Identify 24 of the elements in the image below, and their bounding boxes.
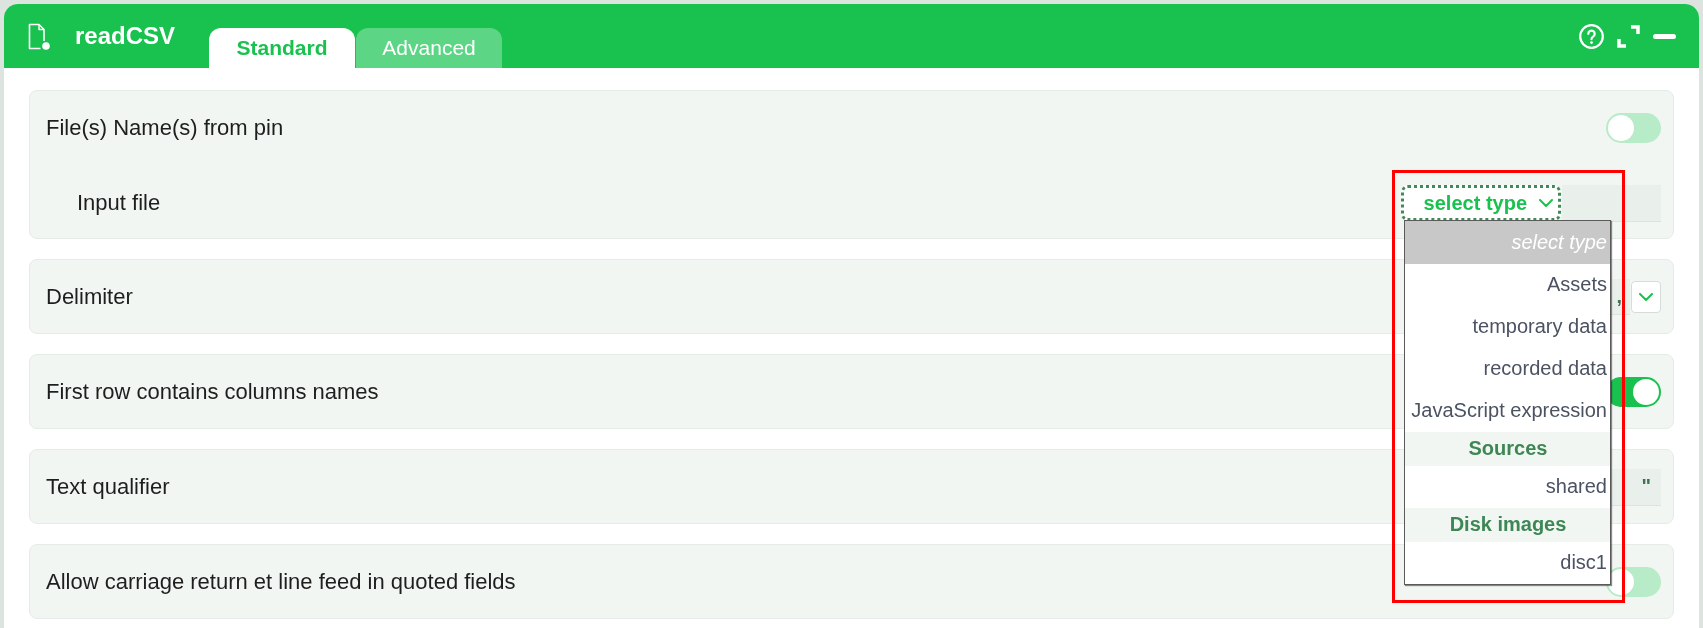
file-icon bbox=[28, 22, 50, 50]
dropdown-button[interactable] bbox=[1631, 281, 1661, 313]
chevron-icon bbox=[1639, 293, 1653, 301]
input-field[interactable] bbox=[1562, 184, 1661, 222]
option-group-header: Disk images bbox=[1405, 507, 1610, 542]
dropdown-option[interactable]: shared bbox=[1405, 465, 1610, 508]
setting-label: First row contains columns names bbox=[46, 379, 379, 405]
option-group-header: Sources bbox=[1405, 431, 1610, 466]
dropdown-option[interactable]: Assets bbox=[1405, 263, 1610, 306]
expand-icon[interactable] bbox=[1617, 24, 1640, 48]
setting-label: Allow carriage return et line feed in quoted fields bbox=[46, 569, 516, 595]
setting-label: Delimiter bbox=[46, 284, 133, 310]
dropdown-option[interactable]: JavaScript expression bbox=[1405, 389, 1610, 432]
dropdown-option[interactable]: disc1 bbox=[1405, 541, 1610, 584]
field-label: Input file bbox=[77, 190, 161, 216]
setting-label: Text qualifier bbox=[46, 474, 170, 500]
help-icon[interactable] bbox=[1579, 23, 1604, 49]
dropdown-option[interactable]: temporary data bbox=[1405, 305, 1610, 348]
dropdown-option[interactable]: recorded data bbox=[1405, 347, 1610, 390]
minimize-icon[interactable] bbox=[1653, 33, 1676, 39]
window-title: readCSV bbox=[75, 22, 176, 50]
chevron-icon bbox=[1539, 199, 1553, 207]
toggle-switch[interactable] bbox=[1606, 113, 1661, 143]
setting-label: File(s) Name(s) from pin bbox=[46, 115, 284, 141]
